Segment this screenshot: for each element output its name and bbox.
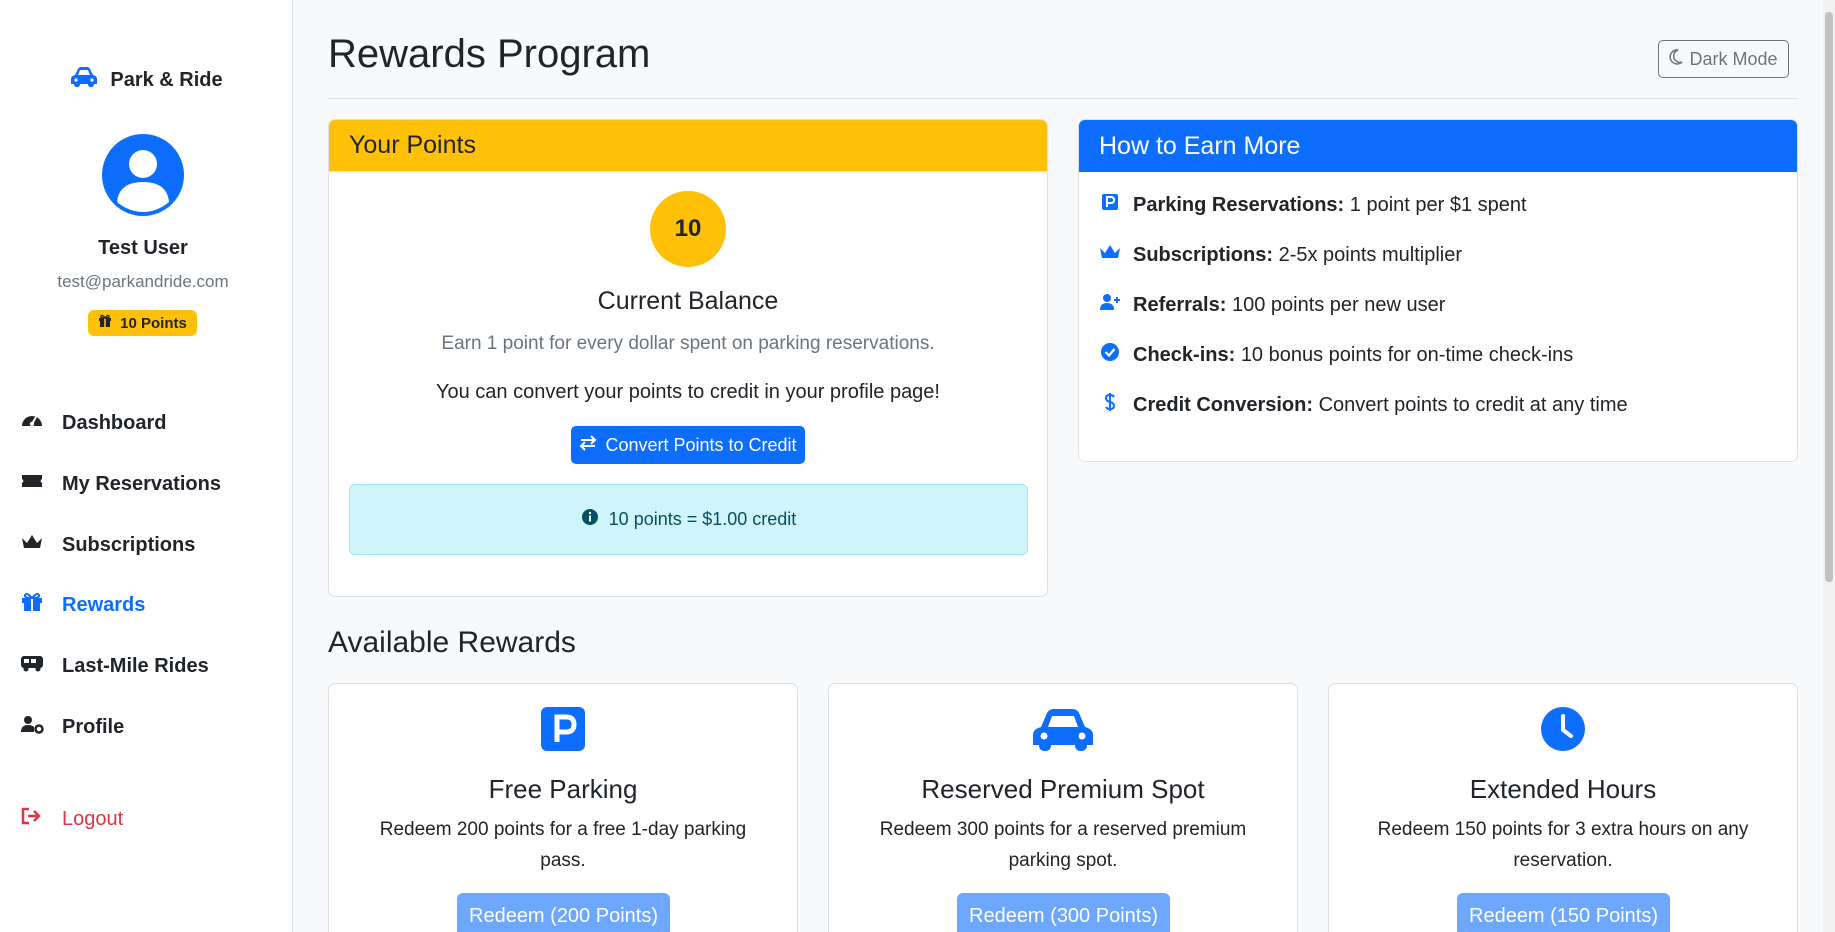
check-circle-icon (1099, 342, 1121, 368)
logout-icon (20, 806, 44, 832)
sidebar: Park & Ride Test User test@parkandride.c… (0, 0, 293, 932)
points-card: Your Points 10 Current Balance Earn 1 po… (328, 119, 1048, 597)
sidebar-item-profile[interactable]: Profile (20, 714, 124, 740)
earn-item-text: 2-5x points multiplier (1278, 243, 1462, 266)
sidebar-item-label: Dashboard (62, 411, 167, 434)
sidebar-item-label: Subscriptions (62, 533, 196, 556)
points-badge: 10 Points (88, 310, 197, 336)
sidebar-item-subscriptions[interactable]: Subscriptions (20, 532, 195, 558)
earn-item-parking: Parking Reservations: 1 point per $1 spe… (1099, 192, 1527, 218)
reward-description: Redeem 200 points for a free 1-day parki… (379, 819, 747, 871)
reward-card-extended-hours: Extended Hours Redeem 150 points for 3 e… (1328, 683, 1798, 932)
title-divider (328, 98, 1798, 99)
brand-name: Park & Ride (110, 68, 223, 91)
points-card-header: Your Points (329, 120, 1047, 172)
gauge-icon (20, 410, 44, 436)
user-plus-icon (1099, 292, 1121, 318)
earn-card: How to Earn More Parking Reservations: 1… (1078, 119, 1798, 462)
earn-card-header: How to Earn More (1079, 120, 1797, 172)
gift-icon (20, 592, 44, 618)
user-name: Test User (98, 237, 188, 259)
reward-description: Redeem 150 points for 3 extra hours on a… (1377, 819, 1749, 871)
sidebar-item-dashboard[interactable]: Dashboard (20, 410, 166, 436)
reward-title: Free Parking (488, 774, 638, 804)
earn-rate-text: Earn 1 point for every dollar spent on p… (441, 333, 935, 354)
ticket-icon (20, 471, 44, 497)
user-gear-icon (20, 714, 44, 740)
convert-points-label: Convert Points to Credit (605, 434, 797, 455)
conversion-info-alert: 10 points = $1.00 credit (349, 484, 1028, 555)
convert-hint-text: You can convert your points to credit in… (435, 381, 940, 403)
user-email: test@parkandride.com (57, 272, 229, 291)
earn-item-checkins: Check-ins: 10 bonus points for on-time c… (1099, 342, 1573, 368)
earn-item-text: Convert points to credit at any time (1318, 393, 1628, 416)
dark-mode-label: Dark Mode (1689, 48, 1778, 69)
avatar (102, 134, 184, 216)
parking-icon (1099, 192, 1121, 218)
gift-icon (98, 314, 112, 332)
earn-item-label: Subscriptions: (1133, 243, 1274, 266)
earn-item-credit-conversion: Credit Conversion: Convert points to cre… (1099, 392, 1628, 418)
earn-item-label: Check-ins: (1133, 343, 1236, 366)
reward-card-free-parking: Free Parking Redeem 200 points for a fre… (328, 683, 798, 932)
earn-item-label: Parking Reservations: (1133, 193, 1345, 216)
redeem-button[interactable]: Redeem (200 Points) (457, 893, 670, 932)
info-icon (581, 508, 599, 531)
scrollbar-thumb[interactable] (1825, 12, 1833, 582)
earn-item-referrals: Referrals: 100 points per new user (1099, 292, 1445, 318)
dollar-icon (1099, 392, 1121, 418)
sidebar-item-reservations[interactable]: My Reservations (20, 471, 221, 497)
clock-icon (1539, 705, 1587, 758)
logout-link[interactable]: Logout (20, 806, 123, 832)
moon-icon (1669, 48, 1684, 70)
car-icon (1031, 705, 1095, 758)
earn-item-text: 10 bonus points for on-time check-ins (1240, 343, 1574, 366)
redeem-button[interactable]: Redeem (300 Points) (957, 893, 1170, 932)
balance-circle: 10 (650, 191, 726, 267)
dark-mode-button[interactable]: Dark Mode (1658, 40, 1789, 78)
reward-card-premium-spot: Reserved Premium Spot Redeem 300 points … (828, 683, 1298, 932)
page-scrollbar[interactable] (1823, 0, 1835, 932)
brand[interactable]: Park & Ride (0, 66, 293, 94)
exchange-icon (579, 434, 597, 457)
crown-icon (1099, 242, 1121, 268)
earn-item-subscriptions: Subscriptions: 2-5x points multiplier (1099, 242, 1462, 268)
earn-item-text: 1 point per $1 spent (1349, 193, 1527, 216)
earn-item-label: Referrals: (1133, 293, 1227, 316)
sidebar-item-last-mile[interactable]: Last-Mile Rides (20, 653, 209, 679)
car-icon (70, 66, 98, 94)
convert-points-button[interactable]: Convert Points to Credit (571, 426, 805, 464)
sidebar-item-label: Last-Mile Rides (62, 654, 209, 677)
conversion-info-text: 10 points = $1.00 credit (608, 509, 797, 529)
reward-title: Extended Hours (1469, 774, 1657, 804)
sidebar-item-label: Rewards (62, 593, 146, 616)
reward-title: Reserved Premium Spot (921, 774, 1205, 804)
sidebar-item-label: Profile (62, 715, 125, 738)
bus-icon (20, 653, 44, 679)
points-badge-label: 10 Points (120, 314, 187, 332)
crown-icon (20, 532, 44, 558)
available-rewards-title: Available Rewards (328, 626, 576, 659)
page-title: Rewards Program (328, 32, 651, 76)
redeem-button[interactable]: Redeem (150 Points) (1457, 893, 1670, 932)
balance-title: Current Balance (597, 287, 779, 315)
reward-description: Redeem 300 points for a reserved premium… (879, 819, 1247, 871)
earn-item-label: Credit Conversion: (1133, 393, 1314, 416)
sidebar-item-label: My Reservations (62, 472, 221, 495)
logout-label: Logout (62, 807, 124, 830)
sidebar-item-rewards[interactable]: Rewards (20, 592, 145, 618)
parking-square-icon (539, 705, 587, 758)
earn-item-text: 100 points per new user (1231, 293, 1446, 316)
